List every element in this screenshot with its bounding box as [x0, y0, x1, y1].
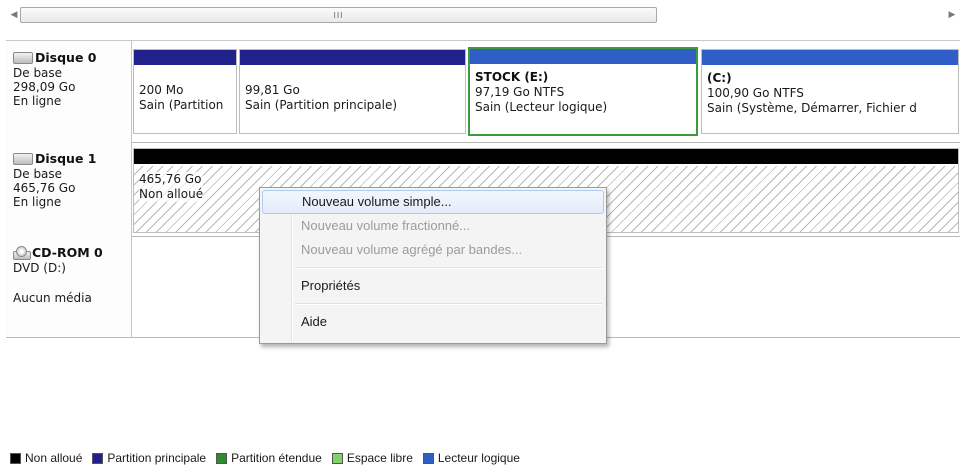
partition-size: 99,81 Go — [245, 83, 300, 97]
legend-swatch — [331, 452, 343, 464]
disk-status: En ligne — [13, 195, 62, 209]
unallocated-status: Non alloué — [139, 187, 204, 201]
partition-c[interactable]: (C:) 100,90 Go NTFS Sain (Système, Démar… — [701, 49, 959, 134]
menu-item-new-spanned-volume[interactable]: Nouveau volume fractionné... — [262, 214, 604, 238]
disk-type: De base — [13, 66, 63, 80]
partition-status: Sain (Système, Démarrer, Fichier d — [707, 101, 917, 115]
menu-item-properties[interactable]: Propriétés — [262, 274, 604, 298]
hard-disk-icon — [13, 52, 33, 64]
legend-label: Lecteur logique — [437, 451, 520, 465]
legend-item: Non alloué — [6, 451, 82, 465]
scroll-right-arrow-icon[interactable]: ▶ — [944, 6, 960, 24]
partition-type-bar — [134, 50, 236, 65]
legend-label: Partition étendue — [231, 451, 322, 465]
disk-status: En ligne — [13, 94, 62, 108]
disk-row-0: Disque 0 De base 298,09 Go En ligne 200 … — [6, 41, 960, 143]
legend-swatch — [92, 452, 104, 464]
menu-separator — [295, 303, 602, 305]
partition-label: STOCK (E:) — [475, 70, 549, 84]
partition-status: Sain (Partition — [139, 98, 224, 112]
legend: Non alloué Partition principale Partitio… — [6, 449, 960, 467]
menu-item-new-simple-volume[interactable]: Nouveau volume simple... — [262, 190, 604, 214]
partition-system-reserved[interactable]: 200 Mo Sain (Partition — [133, 49, 237, 134]
disk-type: DVD (D:) — [13, 261, 66, 275]
cd-rom-icon — [13, 246, 31, 260]
hard-disk-icon — [13, 153, 33, 165]
horizontal-scrollbar[interactable]: ◀ III ▶ — [6, 6, 960, 24]
disk-1-label[interactable]: Disque 1 De base 465,76 Go En ligne — [6, 142, 132, 236]
partition-primary[interactable]: 99,81 Go Sain (Partition principale) — [239, 49, 466, 134]
legend-item: Partition étendue — [212, 451, 322, 465]
legend-item: Espace libre — [328, 451, 413, 465]
partition-type-bar — [702, 50, 958, 65]
disk-status: Aucun média — [13, 291, 92, 305]
legend-label: Partition principale — [107, 451, 207, 465]
disk-size: 298,09 Go — [13, 80, 76, 94]
partition-size: 200 Mo — [139, 83, 184, 97]
disk-name: Disque 1 — [35, 151, 97, 166]
legend-item: Partition principale — [88, 451, 206, 465]
context-menu: Nouveau volume simple... Nouveau volume … — [259, 187, 607, 344]
legend-swatch — [216, 452, 228, 464]
legend-item: Lecteur logique — [419, 451, 520, 465]
partition-label: (C:) — [707, 71, 732, 85]
partition-type-bar — [240, 50, 465, 65]
partition-type-bar — [470, 49, 696, 64]
cdrom-0-label[interactable]: CD-ROM 0 DVD (D:) Aucun média — [6, 236, 132, 337]
partition-stock-e[interactable]: STOCK (E:) 97,19 Go NTFS Sain (Lecteur l… — [468, 47, 698, 136]
partition-status: Sain (Lecteur logique) — [475, 100, 608, 114]
disk-size: 465,76 Go — [13, 181, 76, 195]
disk-name: Disque 0 — [35, 50, 97, 65]
partition-size: 97,19 Go NTFS — [475, 85, 565, 99]
disk-name: CD-ROM 0 — [32, 245, 103, 260]
disk-0-label[interactable]: Disque 0 De base 298,09 Go En ligne — [6, 41, 132, 142]
legend-swatch — [422, 452, 434, 464]
menu-item-new-striped-volume[interactable]: Nouveau volume agrégé par bandes... — [262, 238, 604, 262]
disk-type: De base — [13, 167, 63, 181]
legend-swatch — [10, 452, 21, 464]
unallocated-size: 465,76 Go — [139, 172, 202, 186]
menu-item-help[interactable]: Aide — [262, 310, 604, 334]
partition-size: 100,90 Go NTFS — [707, 86, 804, 100]
scrollbar-grip: III — [333, 11, 344, 20]
scrollbar-thumb[interactable]: III — [20, 7, 657, 23]
partition-status: Sain (Partition principale) — [245, 98, 398, 112]
legend-label: Non alloué — [25, 451, 83, 465]
legend-label: Espace libre — [346, 451, 413, 465]
menu-separator — [295, 267, 602, 269]
unallocated-bar — [134, 149, 958, 164]
